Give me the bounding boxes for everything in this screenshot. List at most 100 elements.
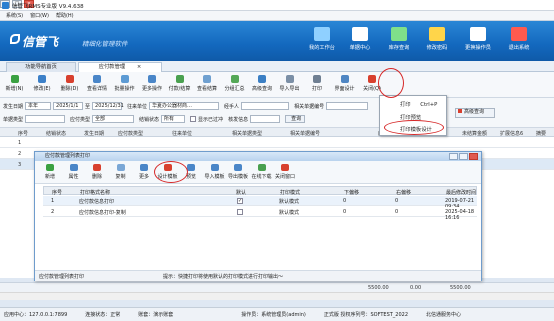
dialog-toolbar: 新增 属性 删除 复制 更多 设计模板 预览 导入模板 导出模板 在线下载 关闭窗口 [35, 161, 481, 184]
dialog-toolbar-button-1[interactable]: 属性 [63, 164, 85, 180]
menu-print[interactable]: 打印 Ctrl+P [400, 100, 437, 108]
grid-header-cell: 序号 [18, 131, 29, 137]
total-payable: 5500.00 [368, 285, 389, 291]
menu-help[interactable]: 帮助(H) [56, 12, 74, 19]
dialog-toolbar-button-3[interactable]: 复制 [110, 164, 132, 180]
status-bar: 应用中心：127.0.0.1:7899 连接状态：正常 账套：演示账套 操作员：… [0, 307, 554, 321]
toolbar-button-2[interactable]: 删除(D) [57, 75, 82, 92]
toolbar-button-0[interactable]: 新增(N) [2, 75, 27, 92]
dialog-toolbar-button-0[interactable]: 新增 [39, 164, 61, 180]
default-checkbox[interactable] [237, 209, 243, 215]
default-checkbox[interactable]: ✓ [237, 198, 243, 204]
dialog-toolbar-label: 新增 [44, 174, 55, 180]
dialog-status-left: 应付款管理列表打印 [39, 274, 85, 280]
toolbar-label: 新增(N) [5, 86, 24, 92]
payable-type-select[interactable]: 全部 [92, 115, 135, 123]
toolbar-6-icon [175, 75, 184, 83]
handler-field[interactable] [241, 102, 290, 110]
dialog-toolbar-10-icon [281, 164, 289, 171]
ref-field[interactable] [326, 102, 369, 110]
detail-field[interactable] [250, 115, 281, 123]
template-row[interactable]: 2 应付款信息打印-复制 默认模式 0 0 2025-04-18 16:16 [43, 207, 477, 221]
toolbar-12-icon [340, 75, 349, 83]
grid-header-cell: 往来单位 [172, 131, 193, 137]
unit-label: 往来单位 [127, 103, 148, 110]
toolbar-label: 更多操作 [141, 86, 162, 92]
show-cleared-checkbox[interactable] [190, 116, 197, 122]
toolbar-button-11[interactable]: 打印 [305, 75, 330, 92]
dialog-toolbar-label: 复制 [115, 174, 126, 180]
dialog-toolbar-button-8[interactable]: 导出模板 [227, 164, 249, 180]
dialog-toolbar-button-9[interactable]: 在线下载 [251, 164, 273, 180]
nav-item-label: 退出系统 [508, 45, 530, 51]
toolbar-button-12[interactable]: 界面设计 [332, 75, 357, 92]
dialog-close-button[interactable] [469, 153, 478, 160]
detail-label: 核发信息 [228, 116, 249, 123]
show-cleared-label: 显示已过冲 [198, 116, 224, 123]
table-row[interactable]: 1 [0, 137, 554, 148]
toolbar-label: 导入导出 [279, 86, 300, 92]
toolbar-button-10[interactable]: 导入导出 [277, 75, 302, 92]
dialog-toolbar-button-2[interactable]: 删除 [86, 164, 108, 180]
nav-item-label: 修改密码 [426, 45, 448, 51]
status-select[interactable]: 所有 [161, 115, 186, 123]
grid-header: 序号结销状态发生日期应付款类型往来单位相关单据类型相关单据编号应付金额已结算金额… [0, 128, 554, 137]
toolbar-button-5[interactable]: 更多操作 [140, 75, 165, 92]
nav-item-4[interactable]: 更换操作员 [461, 27, 495, 59]
nav-item-3[interactable]: 修改密码 [420, 27, 454, 59]
dialog-toolbar-button-7[interactable]: 导入模板 [204, 164, 226, 180]
toolbar-button-9[interactable]: 高级查询 [250, 75, 275, 92]
query-button[interactable]: 查询 [285, 115, 306, 123]
toolbar-button-4[interactable]: 批量操作 [112, 75, 137, 92]
date-from-field[interactable]: 2025/1/1 [53, 102, 84, 110]
template-cell-down: 0 [343, 198, 347, 204]
nav-2-icon [391, 27, 407, 41]
tab-home[interactable]: 功能导航首页 [6, 62, 76, 72]
dialog-maximize-button[interactable] [459, 153, 468, 160]
toolbar-label: 删除(D) [60, 86, 79, 92]
menu-print-shortcut: Ctrl+P [420, 102, 438, 108]
tab-close-icon[interactable]: × [137, 64, 141, 70]
grid-header-cell: 相关单据类型 [232, 131, 263, 137]
dialog-title: 应付款管理列表打印 [35, 152, 481, 161]
dialog-minimize-button[interactable] [449, 153, 458, 160]
unit-field[interactable]: 华夏办公器材商… [149, 102, 220, 110]
dialog-toolbar-1-icon [69, 164, 78, 171]
row-number: 2 [18, 151, 22, 157]
date-to-field[interactable]: 2025/12/31 [92, 102, 124, 110]
advanced-query-button[interactable]: 高级查询 [455, 108, 495, 118]
toolbar-label: 查看详情 [86, 86, 107, 92]
toolbar-button-8[interactable]: 分组汇总 [222, 75, 247, 92]
handler-label: 经手人 [224, 103, 240, 110]
toolbar-button-7[interactable]: 查看结算 [195, 75, 220, 92]
nav-3-icon [429, 27, 445, 41]
nav-item-1[interactable]: 单据中心 [343, 27, 377, 59]
grid-header-cell: 结销状态 [46, 131, 67, 137]
nav-item-5[interactable]: 退出系统 [502, 27, 536, 59]
tab-payables[interactable]: 应付款管理 × [78, 62, 162, 72]
horizontal-scrollbar[interactable] [0, 292, 554, 300]
dialog-toolbar-button-10[interactable]: 关闭窗口 [274, 164, 296, 180]
toolbar-8-icon [230, 75, 239, 83]
advanced-query-label: 高级查询 [464, 109, 485, 115]
dialog-toolbar-button-4[interactable]: 更多 [133, 164, 155, 180]
grid-header-cell: 发生日期 [84, 131, 105, 137]
grid-header-cell: 摘要 [536, 131, 547, 137]
menu-window[interactable]: 窗口(W) [30, 12, 49, 19]
template-row[interactable]: 1应付款信息打印✓默认模式002019-07-21 09:34 [43, 196, 477, 210]
toolbar-button-3[interactable]: 查看详情 [85, 75, 110, 92]
status-vendor[interactable]: 北信通服务中心 [426, 311, 461, 318]
grid-totals: 5500.00 0.00 5500.00 [0, 282, 554, 292]
doc-type-field[interactable] [25, 115, 66, 123]
toolbar-1-icon [38, 75, 46, 83]
menu-system[interactable]: 系统(S) [6, 12, 23, 19]
nav-item-0[interactable]: 我的工作台 [305, 27, 339, 59]
status-operator: 操作员：系统管理员(admin) [241, 312, 306, 318]
date-mode-select[interactable]: 本年 [25, 102, 52, 110]
toolbar-button-1[interactable]: 修改(E) [30, 75, 55, 92]
highlight-ring-template [384, 120, 444, 135]
dialog-toolbar-label: 删除 [91, 174, 102, 180]
nav-item-2[interactable]: 库存查询 [382, 27, 416, 59]
toolbar-button-6[interactable]: 付款/结算 [167, 75, 192, 92]
dialog-toolbar-label: 在线下载 [251, 174, 272, 180]
